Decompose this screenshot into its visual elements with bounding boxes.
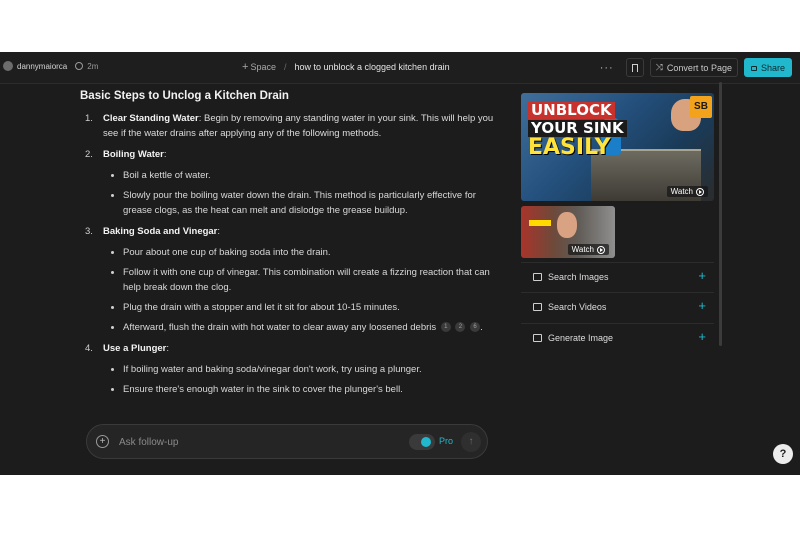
attach-plus-icon[interactable]: +	[96, 435, 109, 448]
bookmark-button[interactable]	[625, 58, 644, 77]
step-item: 4. Use a Plunger: If boiling water and b…	[80, 341, 500, 397]
image-icon	[533, 272, 542, 281]
thumbnail-title-line1: UNBLOCK	[528, 102, 615, 119]
action-label: Generate Image	[548, 332, 614, 343]
step-title: Use a Plunger	[103, 343, 167, 354]
watch-button[interactable]: Watch	[666, 186, 708, 197]
thread-title: how to unblock a clogged kitchen drain	[294, 62, 450, 72]
step-item: 2. Boiling Water: Boil a kettle of water…	[80, 147, 500, 218]
space-link[interactable]: + Space	[242, 61, 276, 73]
lock-icon	[750, 66, 757, 71]
step-number: 1.	[85, 113, 93, 124]
follow-up-input[interactable]	[119, 433, 379, 451]
step-number: 4.	[85, 343, 93, 354]
generate-image-button[interactable]: Generate Image +	[521, 323, 714, 351]
breadcrumb-separator: /	[283, 62, 287, 72]
citation-badge[interactable]: 1	[440, 322, 451, 333]
convert-icon: ⤨	[655, 62, 663, 72]
step-title: Boiling Water	[103, 149, 164, 160]
share-label: Share	[760, 62, 785, 73]
step-item: 3. Baking Soda and Vinegar: Pour about o…	[80, 224, 500, 335]
plus-icon: +	[698, 329, 706, 344]
step-number: 3.	[85, 226, 93, 237]
step-text: :	[166, 343, 169, 354]
watch-label: Watch	[670, 187, 693, 196]
step-text: :	[163, 149, 167, 160]
plus-icon: +	[698, 268, 706, 283]
plus-icon: +	[698, 298, 706, 313]
list-item: Boil a kettle of water.	[103, 168, 500, 183]
toolbar-actions: ··· ⤨ Convert to Page Share	[594, 58, 792, 77]
watch-label: Watch	[571, 245, 594, 254]
list-item: If boiling water and baking soda/vinegar…	[103, 362, 500, 377]
step-title: Baking Soda and Vinegar	[103, 226, 218, 237]
citation-badge[interactable]: 2	[455, 322, 466, 333]
follow-up-bar: + Pro ↑	[86, 424, 488, 459]
send-button[interactable]: ↑	[461, 432, 481, 452]
list-item: Afterward, flush the drain with hot wate…	[103, 320, 500, 335]
sidebar-scrollbar[interactable]	[719, 82, 722, 346]
watch-button[interactable]: Watch	[567, 244, 609, 255]
pro-toggle[interactable]	[409, 434, 435, 450]
username: dannymaiorca	[17, 61, 68, 71]
clock-icon	[75, 62, 84, 70]
presenter-graphic	[557, 212, 577, 238]
convert-label: Convert to Page	[666, 62, 732, 73]
more-horizontal-icon[interactable]: ···	[594, 62, 620, 74]
toggle-knob	[421, 437, 431, 447]
action-label: Search Images	[548, 271, 609, 282]
search-videos-button[interactable]: Search Videos +	[521, 292, 714, 320]
author-info[interactable]: dannymaiorca 2m	[3, 61, 98, 71]
plus-icon: +	[242, 61, 249, 73]
video-icon	[533, 302, 542, 311]
play-icon	[696, 187, 704, 196]
list-item: Ensure there's enough water in the sink …	[103, 382, 500, 397]
generate-image-icon	[533, 333, 542, 342]
citation-badge[interactable]: 6	[470, 322, 481, 333]
step-item: 1. Clear Standing Water: Begin by removi…	[80, 111, 500, 141]
top-bar: dannymaiorca 2m + Space / how to unblock…	[0, 52, 800, 84]
help-button[interactable]: ?	[773, 444, 793, 464]
video-thumbnail-secondary[interactable]: Watch	[521, 206, 615, 258]
bullet-list: If boiling water and baking soda/vinegar…	[103, 362, 500, 397]
list-item: Pour about one cup of baking soda into t…	[103, 245, 500, 260]
space-label: Space	[250, 62, 276, 72]
thumbnail-title-line3: EASILY	[528, 135, 611, 160]
convert-to-page-button[interactable]: ⤨ Convert to Page	[649, 58, 738, 77]
pro-label: Pro	[439, 436, 454, 446]
time-ago: 2m	[87, 61, 99, 71]
bullet-list: Pour about one cup of baking soda into t…	[103, 245, 500, 335]
avatar	[3, 61, 13, 71]
list-item: Slowly pour the boiling water down the d…	[103, 188, 500, 218]
bookmark-icon	[631, 63, 638, 72]
list-item: Follow it with one cup of vinegar. This …	[103, 265, 500, 295]
step-title: Clear Standing Water	[103, 113, 199, 124]
play-icon	[597, 245, 605, 254]
step-text: :	[217, 226, 221, 237]
answer-heading: Basic Steps to Unclog a Kitchen Drain	[80, 90, 289, 102]
app-window: dannymaiorca 2m + Space / how to unblock…	[0, 52, 800, 475]
step-number: 2.	[85, 149, 93, 160]
breadcrumb: + Space / how to unblock a clogged kitch…	[242, 61, 450, 73]
search-images-button[interactable]: Search Images +	[521, 262, 714, 290]
channel-logo: SB	[690, 96, 712, 118]
video-thumbnail-main[interactable]: UNBLOCK YOUR SINK EASILY SB Watch	[521, 93, 714, 201]
bullet-list: Boil a kettle of water. Slowly pour the …	[103, 168, 500, 218]
answer-content: Basic Steps to Unclog a Kitchen Drain 1.…	[80, 90, 500, 403]
thumbnail-banner	[529, 220, 551, 226]
action-label: Search Videos	[548, 301, 607, 312]
bullet-text: Afterward, flush the drain with hot wate…	[123, 322, 437, 333]
list-item: Plug the drain with a stopper and let it…	[103, 300, 500, 315]
share-button[interactable]: Share	[743, 58, 792, 77]
